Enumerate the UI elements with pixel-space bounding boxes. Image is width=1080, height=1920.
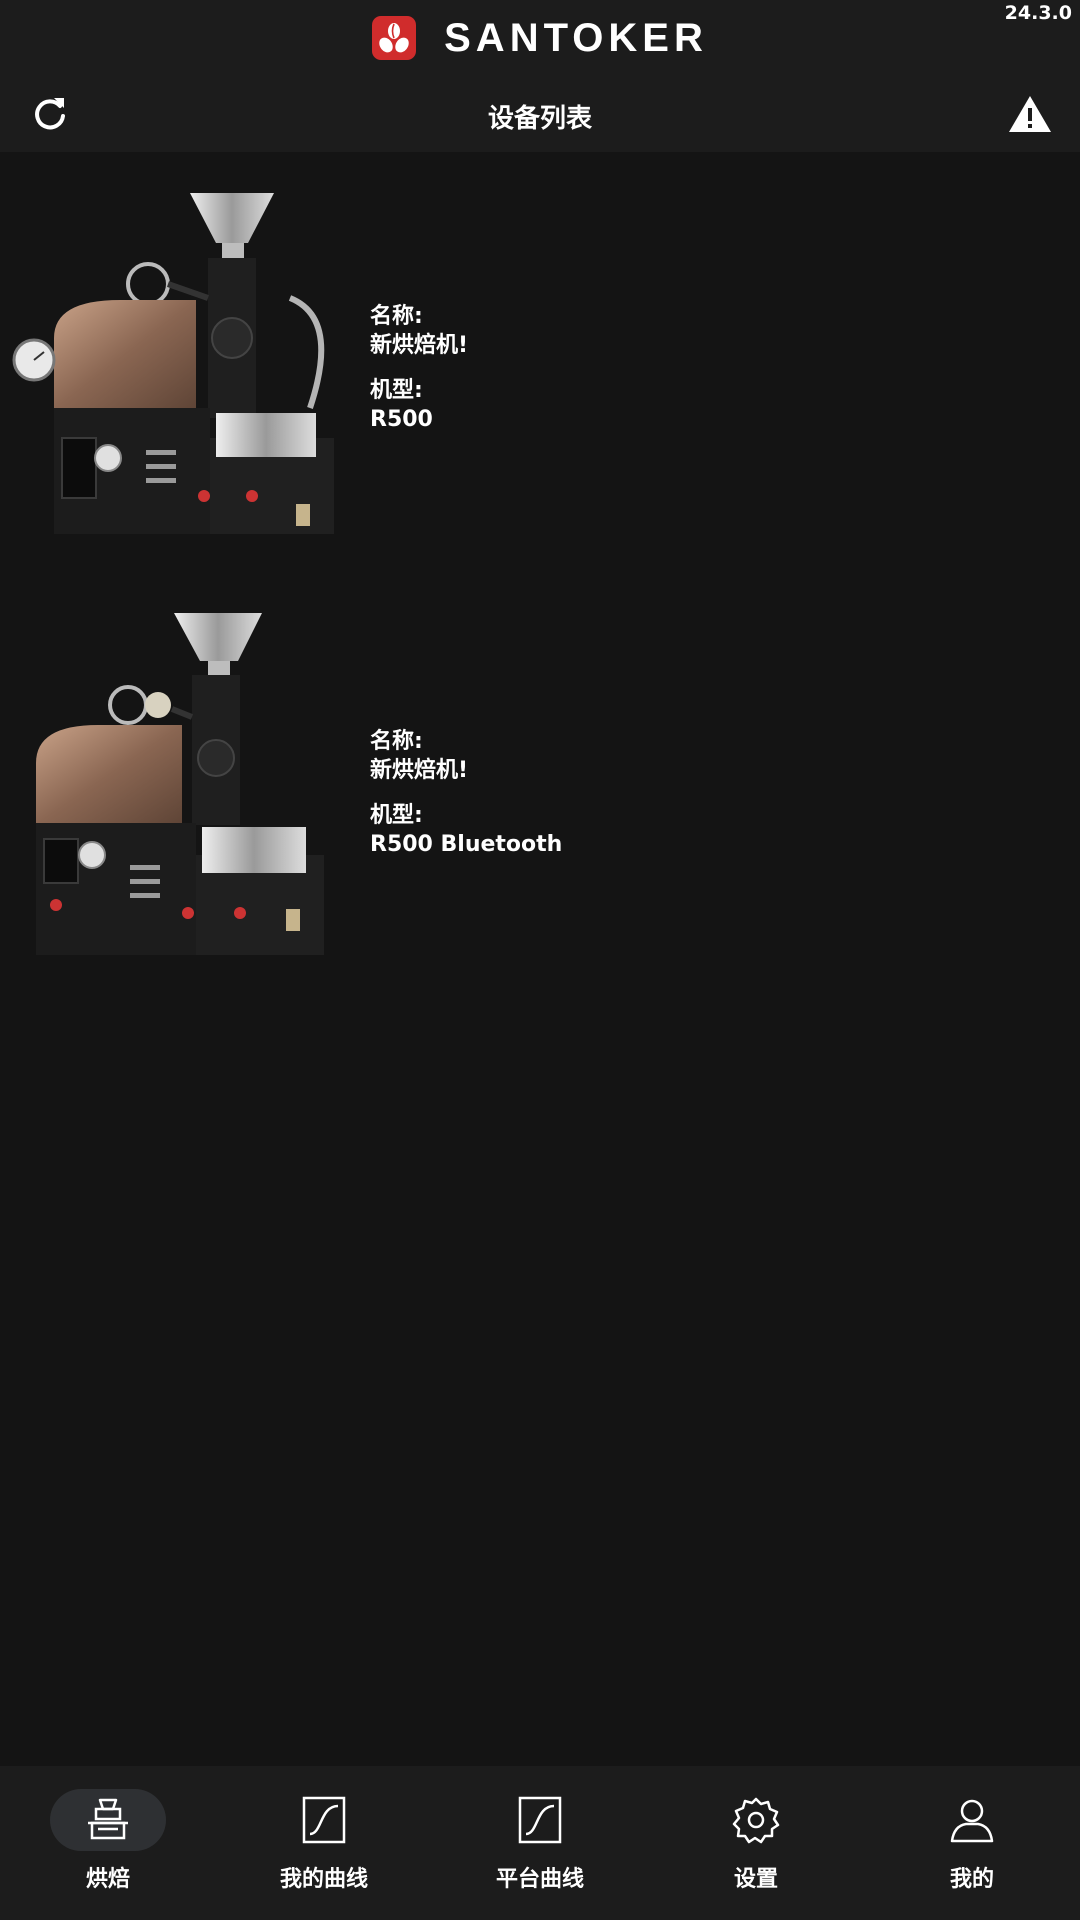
nav-item-roast[interactable]: 烘焙 [0, 1766, 216, 1920]
warning-icon [1009, 96, 1051, 132]
roaster-machine-image [12, 193, 334, 534]
device-model-value: R500 Bluetooth [370, 832, 563, 857]
device-name-value: 新烘焙机! [370, 333, 469, 358]
page-title: 设备列表 [487, 104, 592, 134]
device-model-label: 机型: [370, 378, 423, 403]
device-list: 名称: 新烘焙机! 机型: R500 名称: 新烘焙机! 机型: R500 Bl… [0, 152, 1080, 1002]
curve-icon [302, 1796, 346, 1844]
nav-item-settings[interactable]: 设置 [648, 1766, 864, 1920]
title-row: 设备列表 [0, 88, 1080, 144]
nav-label: 烘焙 [85, 1867, 130, 1892]
device-info: 名称: 新烘焙机! 机型: R500 [370, 302, 468, 450]
warning-button[interactable] [1008, 94, 1052, 134]
device-card[interactable]: 名称: 新烘焙机! 机型: R500 Bluetooth [0, 577, 1080, 1002]
nav-item-profile[interactable]: 我的 [864, 1766, 1080, 1920]
roaster-machine-image [36, 613, 324, 955]
nav-label: 我的 [949, 1867, 994, 1892]
device-model-label: 机型: [370, 803, 423, 828]
curve-icon [518, 1796, 562, 1844]
nav-item-my-curves[interactable]: 我的曲线 [216, 1766, 432, 1920]
user-icon [950, 1799, 994, 1843]
top-bar: 24.3.0 SANTOKER 设备列表 [0, 0, 1080, 152]
nav-label: 设置 [733, 1867, 778, 1892]
nav-item-platform-curves[interactable]: 平台曲线 [432, 1766, 648, 1920]
nav-label: 平台曲线 [495, 1867, 584, 1892]
gear-icon [732, 1797, 780, 1844]
device-name-label: 名称: [370, 729, 423, 754]
device-name-label: 名称: [370, 304, 423, 329]
device-name-value: 新烘焙机! [370, 758, 469, 783]
device-card[interactable]: 名称: 新烘焙机! 机型: R500 [0, 152, 1080, 577]
device-model-value: R500 [370, 407, 433, 432]
nav-active-pill [50, 1789, 166, 1851]
nav-label: 我的曲线 [279, 1867, 368, 1892]
roaster-icon [88, 1798, 128, 1840]
device-info: 名称: 新烘焙机! 机型: R500 Bluetooth [370, 727, 562, 875]
brand-name: SANTOKER [444, 15, 708, 60]
bottom-nav: 烘焙 我的曲线 平台曲线 设置 我的 [0, 1766, 1080, 1920]
brand-header: SANTOKER [0, 14, 1080, 62]
santoker-logo-icon [372, 16, 417, 60]
